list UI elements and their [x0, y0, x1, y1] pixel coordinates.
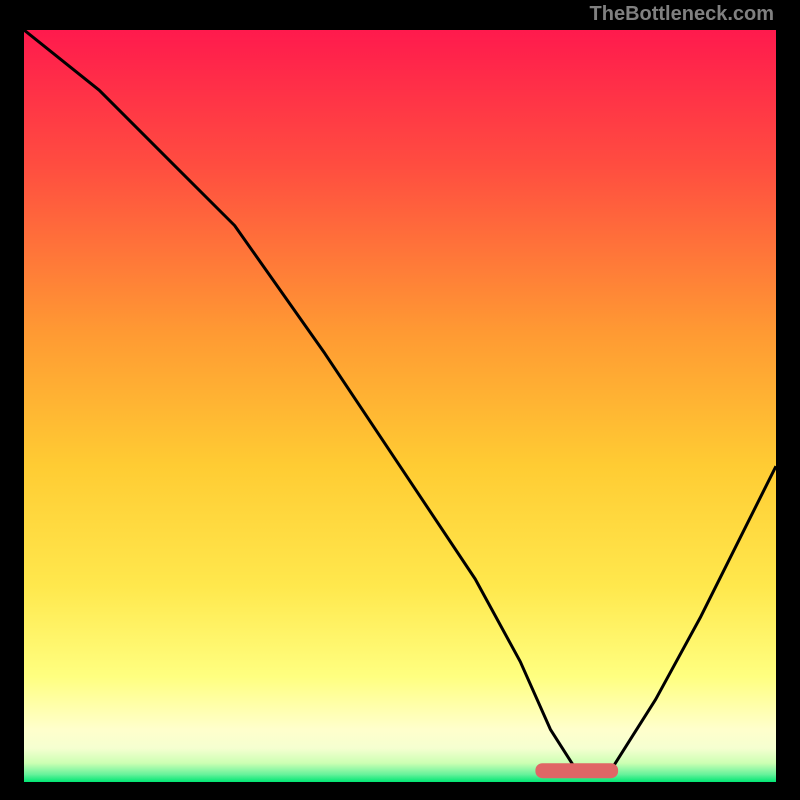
watermark-text: TheBottleneck.com: [590, 4, 774, 24]
bottleneck-chart: [24, 30, 776, 782]
chart-frame: [24, 30, 776, 782]
gradient-background: [24, 30, 776, 782]
optimum-marker: [535, 763, 618, 778]
